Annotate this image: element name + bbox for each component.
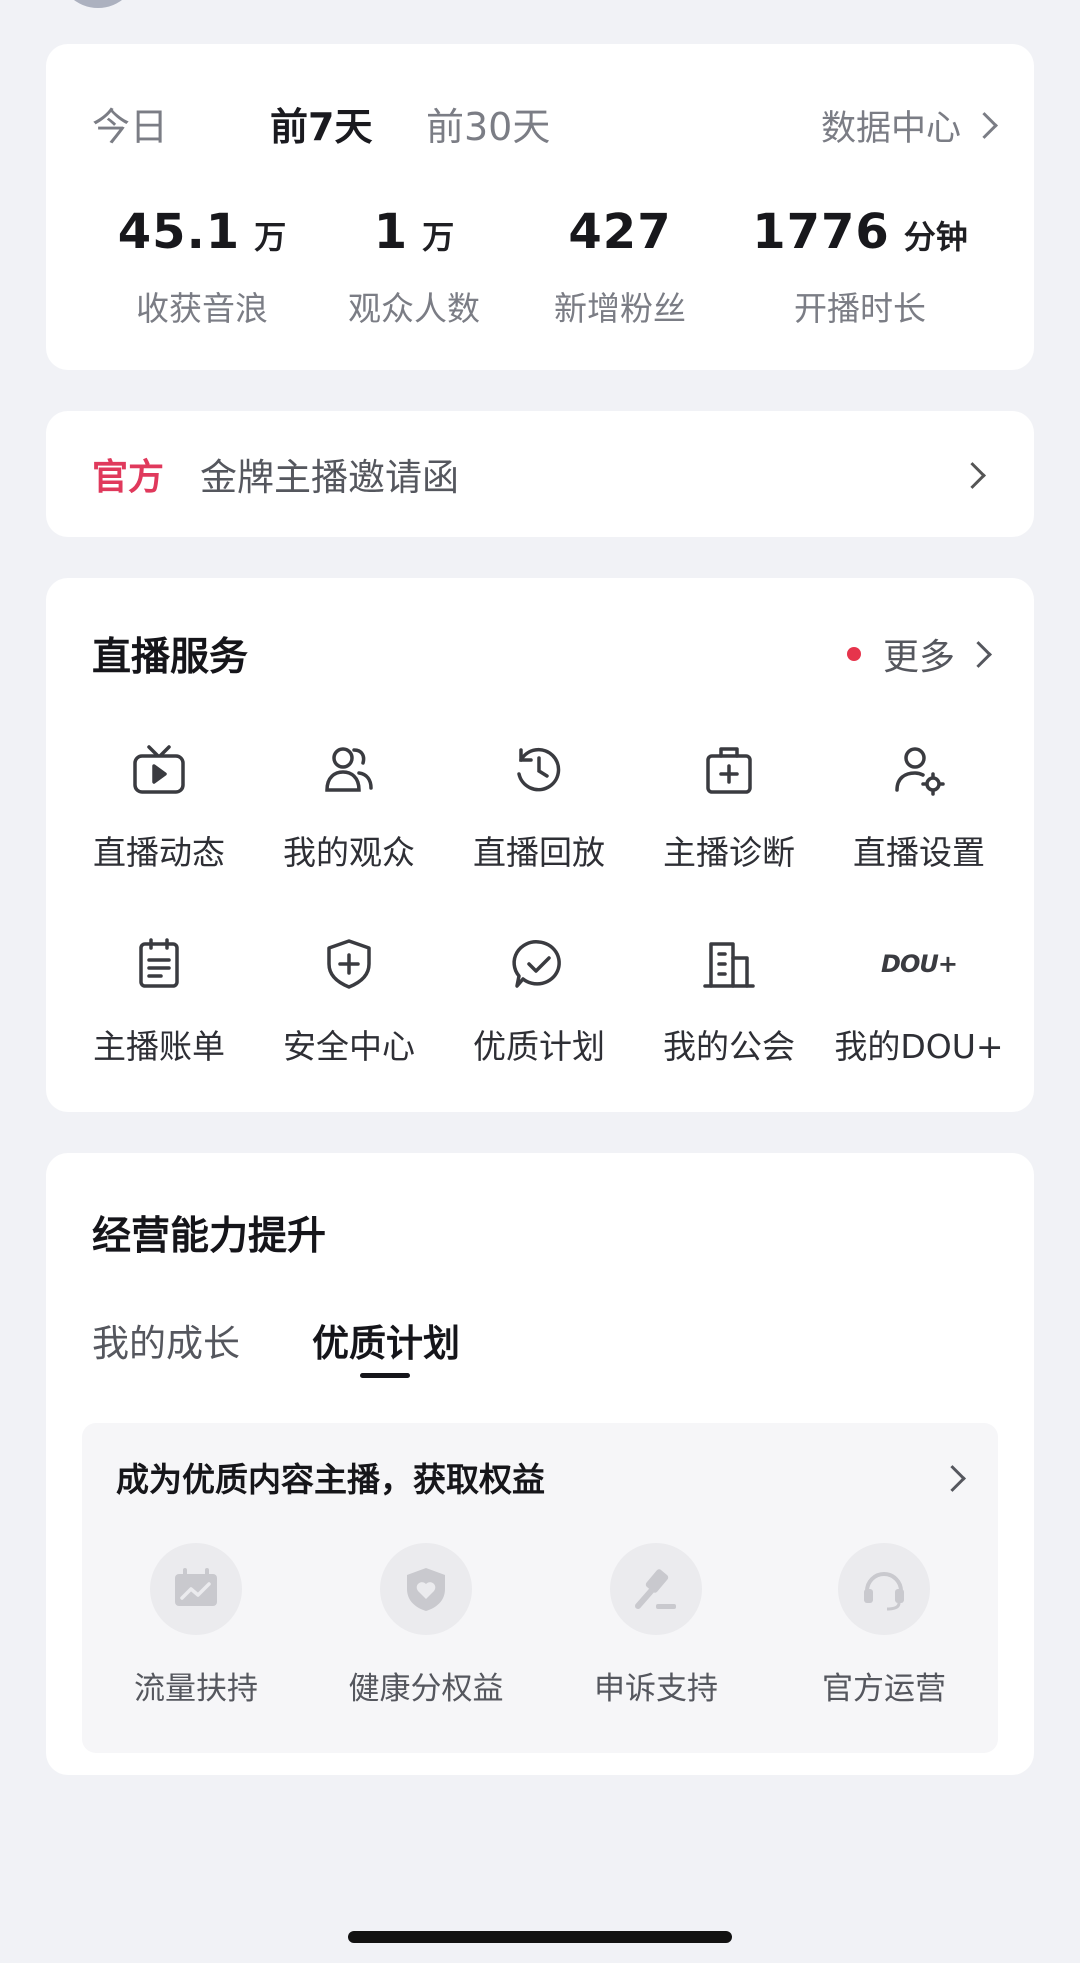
- history-clock-icon: [517, 747, 561, 792]
- active-tab-indicator: [360, 1373, 410, 1378]
- data-center-link[interactable]: 数据中心: [820, 100, 998, 151]
- service-live-replay[interactable]: 直播回放: [444, 740, 634, 874]
- dou-plus-icon: DOU+: [881, 950, 958, 978]
- metric-unit: 万: [254, 218, 287, 256]
- service-my-dou-plus[interactable]: DOU+ 我的DOU+: [824, 934, 1014, 1068]
- quality-plan-panel: 成为优质内容主播，获取权益 流量扶持 健康分权益 申诉支持 官方运营: [82, 1423, 998, 1753]
- benefit-official-operation[interactable]: 官方运营: [774, 1543, 994, 1708]
- service-label: 我的公会: [663, 1027, 795, 1066]
- range-tabs: 今日 前7天 前30天 数据中心: [92, 96, 998, 160]
- service-label: 直播动态: [93, 833, 225, 872]
- metric-unit: 分钟: [903, 218, 968, 256]
- service-label: 优质计划: [473, 1027, 605, 1066]
- metric-label: 收获音浪: [136, 289, 268, 328]
- metric-new-fans[interactable]: 427 新增粉丝: [500, 204, 740, 330]
- section-title: 经营能力提升: [92, 1214, 327, 1259]
- metric-value: 1: [373, 204, 409, 260]
- service-my-audience[interactable]: 我的观众: [254, 740, 444, 874]
- benefit-label: 官方运营: [822, 1671, 946, 1707]
- traffic-chart-icon: [175, 1568, 217, 1606]
- metric-value: 45.1: [117, 204, 241, 260]
- metric-value: 1776: [752, 204, 890, 260]
- service-label: 主播账单: [93, 1027, 225, 1066]
- benefit-label: 流量扶持: [134, 1671, 258, 1707]
- service-live-feed[interactable]: 直播动态: [64, 740, 254, 874]
- user-settings-icon: [895, 747, 945, 796]
- service-quality-plan[interactable]: 优质计划: [444, 934, 634, 1068]
- official-tag: 官方: [92, 457, 165, 498]
- data-center-label: 数据中心: [820, 109, 961, 149]
- headset-icon: [864, 1572, 904, 1611]
- benefit-health-score[interactable]: 健康分权益: [316, 1543, 536, 1708]
- chevron-right-icon: [959, 462, 986, 489]
- service-security-center[interactable]: 安全中心: [254, 934, 444, 1068]
- service-label: 直播回放: [473, 833, 605, 872]
- banner-text: 金牌主播邀请函: [200, 456, 460, 499]
- section-title: 直播服务: [92, 635, 249, 680]
- chevron-right-icon: [971, 112, 998, 139]
- more-label: 更多: [882, 637, 955, 678]
- metric-label: 观众人数: [348, 289, 480, 328]
- tab-quality-plan[interactable]: 优质计划: [312, 1313, 460, 1367]
- metric-value: 427: [568, 204, 672, 260]
- benefit-appeal-support[interactable]: 申诉支持: [546, 1543, 766, 1708]
- users-icon: [325, 747, 373, 792]
- tab-30-days[interactable]: 前30天: [426, 96, 550, 151]
- tab-today[interactable]: 今日: [92, 96, 168, 151]
- service-label: 主播诊断: [663, 833, 795, 872]
- service-label: 直播设置: [853, 833, 985, 872]
- growth-card: 经营能力提升 我的成长 优质计划 成为优质内容主播，获取权益 流量扶持 健康分权…: [46, 1153, 1034, 1775]
- tv-play-icon: [133, 745, 185, 794]
- home-indicator[interactable]: [348, 1931, 732, 1943]
- tab-7-days-label: 前7天: [270, 105, 373, 149]
- service-label: 我的观众: [283, 833, 415, 872]
- building-icon: [703, 942, 755, 988]
- gavel-icon: [635, 1569, 676, 1609]
- notification-dot: [846, 647, 861, 661]
- tab-my-growth[interactable]: 我的成长: [92, 1313, 240, 1367]
- shield-heart-icon: [407, 1568, 445, 1611]
- service-label: 我的DOU+: [834, 1027, 1004, 1066]
- metric-label: 开播时长: [794, 289, 926, 328]
- benefit-label: 申诉支持: [594, 1671, 718, 1707]
- service-label: 安全中心: [283, 1027, 415, 1066]
- clipboard-icon: [139, 938, 179, 988]
- invitation-banner[interactable]: 官方 金牌主播邀请函: [46, 411, 1034, 537]
- live-service-card: 直播服务 更多 直播动态 我的观众 直播回放 主播诊断 直播设置 主播账单 安全…: [46, 578, 1034, 1112]
- benefit-traffic-support[interactable]: 流量扶持: [86, 1543, 306, 1708]
- tab-7-days[interactable]: 前7天: [270, 96, 372, 151]
- metric-label: 新增粉丝: [554, 289, 686, 328]
- shield-plus-icon: [327, 939, 371, 989]
- benefit-label: 健康分权益: [348, 1671, 504, 1707]
- avatar[interactable]: [58, 0, 138, 8]
- metric-sound-waves[interactable]: 45.1 万 收获音浪: [82, 204, 322, 330]
- service-my-guild[interactable]: 我的公会: [634, 934, 824, 1068]
- stats-card: 今日 前7天 前30天 数据中心 45.1 万 收获音浪 1万 观众人数 427 …: [46, 44, 1034, 370]
- panel-title: 成为优质内容主播，获取权益: [116, 1460, 545, 1499]
- check-bubble-icon: [512, 940, 561, 988]
- service-bill[interactable]: 主播账单: [64, 934, 254, 1068]
- medical-kit-icon: [706, 747, 752, 794]
- metric-live-duration[interactable]: 1776 分钟 开播时长: [740, 204, 980, 330]
- service-live-settings[interactable]: 直播设置: [824, 740, 1014, 874]
- metric-audience[interactable]: 1万 观众人数: [294, 204, 534, 330]
- chevron-right-icon: [965, 640, 992, 668]
- service-diagnosis[interactable]: 主播诊断: [634, 740, 824, 874]
- metric-unit: 万: [422, 218, 455, 256]
- chevron-right-icon[interactable]: [939, 1465, 966, 1492]
- more-link[interactable]: 更多: [846, 628, 992, 680]
